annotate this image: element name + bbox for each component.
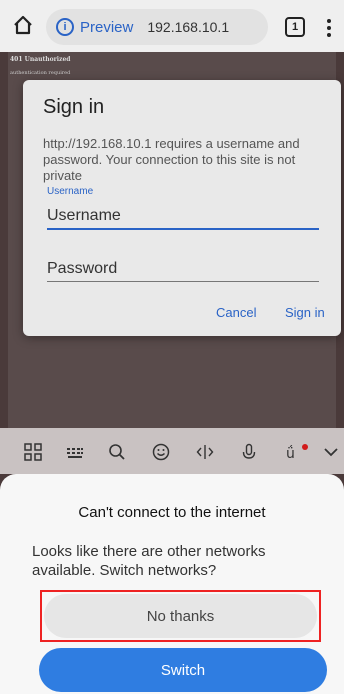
signin-dialog: Sign in http://192.168.10.1 requires a u… [23,80,341,336]
signin-button[interactable]: Sign in [285,305,325,320]
cursor-move-icon[interactable] [196,443,214,461]
page-heading: 401 Unauthorized [10,56,71,63]
username-label: Username [47,186,94,197]
dialog-title: Sign in [43,96,105,118]
microphone-icon[interactable] [240,443,258,461]
svg-text:ǘ: ǘ [286,445,295,461]
preview-label[interactable]: Preview [80,19,133,36]
network-switch-sheet: Can't connect to the internet Looks like… [0,474,344,694]
dialog-message: http://192.168.10.1 requires a username … [43,136,300,183]
keyboard-toolbar: ǘ [0,428,344,474]
browser-toolbar: i Preview 192.168.10.1 1 [0,0,344,52]
page-subtext: authentication required [10,70,71,76]
more-menu-icon[interactable] [326,18,332,38]
notification-dot [302,444,308,450]
emoji-icon[interactable] [152,443,170,461]
tab-switcher-button[interactable]: 1 [285,17,305,37]
password-input[interactable] [47,256,319,282]
address-bar[interactable]: i Preview 192.168.10.1 [46,9,268,45]
switch-button[interactable]: Switch [39,648,327,692]
username-input[interactable] [47,204,319,230]
info-icon[interactable]: i [56,18,74,36]
keyboard-icon[interactable] [66,443,84,461]
chevron-down-icon[interactable] [322,443,340,461]
no-thanks-button[interactable]: No thanks [44,594,317,638]
home-icon[interactable] [12,14,34,36]
cancel-button[interactable]: Cancel [216,305,256,320]
sheet-message: Looks like there are other networks avai… [32,543,266,579]
sheet-title: Can't connect to the internet [78,504,266,521]
apps-grid-icon[interactable] [24,443,42,461]
translate-icon[interactable]: ǘ [285,443,303,461]
url-text[interactable]: 192.168.10.1 [147,19,229,35]
search-icon[interactable] [108,443,126,461]
